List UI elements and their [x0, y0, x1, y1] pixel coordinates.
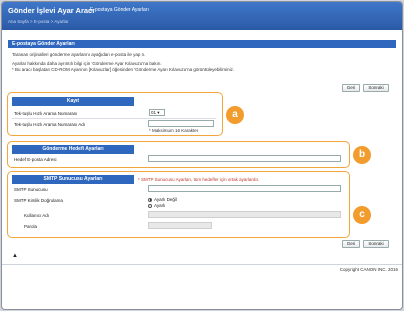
smtp-heading: SMTP Sunucusu Ayarları: [12, 175, 134, 184]
copyright: Copyright CANON INC. 2016: [339, 267, 398, 272]
speed-dial-name-input[interactable]: [148, 120, 214, 127]
back-button-bottom[interactable]: Geri: [342, 240, 360, 248]
auth-option-label: Ayarlı: [154, 203, 166, 208]
speed-dial-select[interactable]: 01 ▾: [149, 109, 165, 116]
badge-b: b: [353, 146, 371, 164]
username-input[interactable]: [148, 211, 341, 218]
app-header: Gönder İşlevi Ayar Aracı E-postaya Gönde…: [2, 2, 402, 30]
email-label: Hedef E-posta Adresi: [14, 157, 57, 162]
scroll-top-icon[interactable]: ▲: [12, 253, 18, 259]
register-heading: Kayıt: [12, 97, 134, 106]
divider: [12, 118, 216, 119]
next-button[interactable]: Sonraki: [363, 84, 389, 92]
footer-divider: [2, 264, 402, 265]
chevron-down-icon: ▾: [156, 110, 160, 115]
page-title: E-postaya Gönder Ayarları: [8, 40, 396, 48]
description-line: * Bu aracı başlatan CD-ROM Ayarının [Kıl…: [12, 67, 235, 72]
radio-icon: [148, 197, 152, 202]
auth-option-label: Ayarlı Değil: [154, 197, 177, 202]
back-button[interactable]: Geri: [342, 84, 360, 92]
smtp-server-input[interactable]: [148, 185, 341, 192]
smtp-heading-note: * SMTP Sunucusu Ayarları, tüm hedefler i…: [138, 177, 260, 182]
speed-dial-label: Tek-tuşlu Hızlı Arama Numarası: [14, 111, 78, 116]
username-label: Kullanıcı Adı: [24, 213, 50, 218]
destination-heading: Gönderme Hedefi Ayarları: [12, 145, 134, 154]
app-title: Gönder İşlevi Ayar Aracı: [8, 6, 95, 15]
email-input[interactable]: [148, 155, 341, 162]
page-description: Taranan orijinalleri gönderme ayarlarını…: [12, 52, 392, 73]
description-line: Taranan orijinalleri gönderme ayarlarını…: [12, 52, 146, 57]
breadcrumb[interactable]: Ana Sayfa > E-posta > Ayarlar: [8, 19, 68, 24]
smtp-auth-label: SMTP Kimlik Doğrulama: [14, 198, 63, 203]
auth-radio-not-set[interactable]: Ayarlı Değil: [148, 197, 177, 202]
auth-radio-set[interactable]: Ayarlı: [148, 203, 165, 208]
badge-c: c: [353, 206, 371, 224]
max-chars-note: * Maksimum 16 Karakter: [149, 128, 199, 133]
password-input[interactable]: [148, 222, 212, 229]
app-window: Gönder İşlevi Ayar Aracı E-postaya Gönde…: [1, 1, 403, 310]
next-button-bottom[interactable]: Sonraki: [363, 240, 389, 248]
radio-icon: [148, 203, 152, 208]
smtp-server-label: SMTP Sunucusu: [14, 187, 48, 192]
speed-dial-name-label: Tek-tuşlu Hızlı Arama Numarası Adı: [14, 122, 86, 127]
password-label: Parola: [24, 224, 38, 229]
badge-a: a: [226, 106, 244, 124]
header-subtitle: E-postaya Gönder Ayarları: [90, 7, 149, 13]
